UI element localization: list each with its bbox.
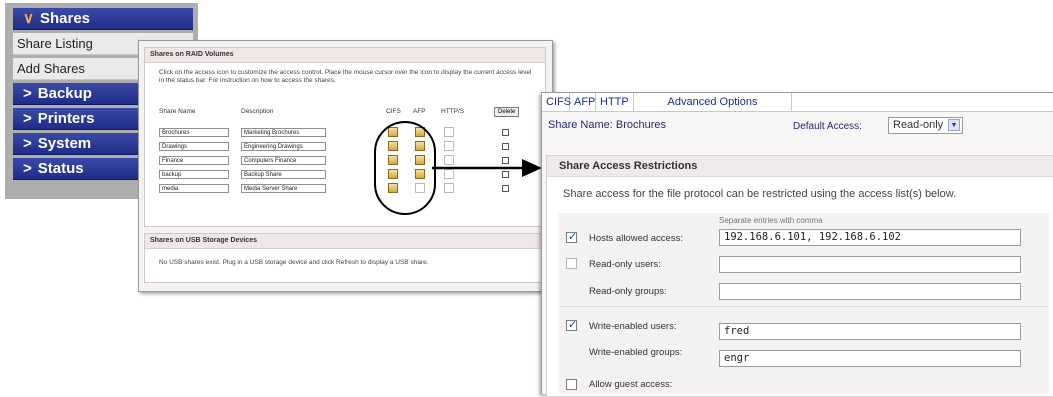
highlight-oval: [374, 121, 436, 215]
share-name-cell[interactable]: Finance: [159, 156, 229, 165]
col-cifs: CIFS: [386, 108, 401, 115]
ro-users-label: Read-only users:: [589, 259, 661, 270]
nav-label: Share Listing: [17, 36, 93, 51]
default-access-label: Default Access:: [793, 121, 862, 132]
share-name-value: Brochures: [615, 119, 667, 131]
ro-groups-input[interactable]: [719, 283, 1021, 300]
nav-label: Backup: [37, 85, 92, 102]
nav-shares[interactable]: ∨ Shares: [13, 8, 193, 30]
share-name-row: Share Name: Brochures: [548, 119, 666, 131]
guest-checkbox[interactable]: [566, 379, 577, 390]
ro-users-input[interactable]: [719, 256, 1021, 273]
hosts-checkbox[interactable]: [566, 230, 577, 243]
chevron-down-icon: ∨: [23, 10, 34, 27]
nav-label: Status: [37, 160, 84, 177]
share-name-cell[interactable]: media: [159, 184, 229, 193]
hint-text: Separate entries with comma: [719, 216, 823, 225]
usb-box: Shares on USB Storage Devices No USB sha…: [144, 233, 546, 283]
default-access-select[interactable]: Read-only ▼: [888, 117, 963, 134]
chevron-right-icon: >: [23, 160, 32, 177]
default-access-value: Read-only: [893, 119, 944, 131]
share-desc-cell[interactable]: Media Server Share: [241, 184, 326, 193]
hosts-label: Hosts allowed access:: [589, 233, 683, 244]
raid-box: Shares on RAID Volumes Click on the acce…: [144, 47, 546, 227]
usb-title: Shares on USB Storage Devices: [145, 234, 545, 249]
restrictions-box: Share Access Restrictions Share access f…: [546, 155, 1053, 397]
arrow-icon: [432, 159, 542, 177]
share-desc-cell[interactable]: Backup Share: [241, 170, 326, 179]
raid-title: Shares on RAID Volumes: [145, 48, 545, 63]
share-desc-cell[interactable]: Computers Finance: [241, 156, 326, 165]
hosts-input[interactable]: 192.168.6.101, 192.168.6.102: [719, 229, 1021, 246]
col-description: Description: [241, 108, 274, 115]
divider: [559, 306, 1049, 307]
chevron-right-icon: >: [23, 110, 32, 127]
tab-bar: CIFS AFP HTTP Advanced Options: [542, 93, 1053, 112]
rw-groups-label: Write-enabled groups:: [589, 347, 683, 358]
chevron-right-icon: >: [23, 135, 32, 152]
share-name-cell[interactable]: backup: [159, 170, 229, 179]
share-name-label: Share Name:: [548, 119, 613, 131]
http-access-icon[interactable]: [444, 141, 454, 151]
delete-checkbox[interactable]: [502, 185, 509, 192]
share-name-cell[interactable]: Drawings: [159, 142, 229, 151]
delete-button[interactable]: Delete: [494, 107, 520, 117]
ro-groups-label: Read-only groups:: [589, 286, 667, 297]
rw-users-input[interactable]: fred: [719, 323, 1021, 340]
col-afp: AFP: [413, 108, 426, 115]
guest-label: Allow guest access:: [589, 379, 673, 390]
col-https: HTTP/S: [441, 108, 465, 115]
rw-users-checkbox[interactable]: [566, 318, 577, 331]
col-share-name: Share Name: [159, 108, 196, 115]
tab-http[interactable]: HTTP: [596, 93, 634, 111]
rw-groups-input[interactable]: engr: [719, 350, 1021, 367]
share-desc-cell[interactable]: Engineering Drawings: [241, 142, 326, 151]
nav-label: Shares: [39, 10, 91, 27]
chevron-right-icon: >: [23, 85, 32, 102]
nav-label: System: [37, 135, 92, 152]
nav-label: Add Shares: [17, 61, 85, 76]
nav-label: Printers: [37, 110, 95, 127]
share-detail-panel: CIFS AFP HTTP Advanced Options Share Nam…: [541, 92, 1053, 397]
rw-users-label: Write-enabled users:: [589, 321, 677, 332]
chevron-down-icon[interactable]: ▼: [948, 119, 960, 131]
delete-checkbox[interactable]: [502, 129, 509, 136]
access-form: Separate entries with comma Hosts allowe…: [559, 213, 1049, 394]
tab-afp[interactable]: AFP: [570, 93, 596, 111]
raid-instructions: Click on the access icon to customize th…: [159, 69, 532, 84]
usb-message: No USB shares exist. Plug in a USB stora…: [159, 259, 429, 266]
ro-users-checkbox[interactable]: [566, 258, 577, 269]
tab-cifs[interactable]: CIFS: [542, 93, 571, 111]
http-access-icon[interactable]: [444, 183, 454, 193]
http-access-icon[interactable]: [444, 127, 454, 137]
delete-checkbox[interactable]: [502, 143, 509, 150]
section-title: Share Access Restrictions: [547, 156, 1053, 177]
section-desc: Share access for the file protocol can b…: [563, 188, 957, 200]
share-desc-cell[interactable]: Marketing Brochures: [241, 128, 326, 137]
share-name-cell[interactable]: Brochures: [159, 128, 229, 137]
tab-advanced-options[interactable]: Advanced Options: [634, 93, 792, 111]
